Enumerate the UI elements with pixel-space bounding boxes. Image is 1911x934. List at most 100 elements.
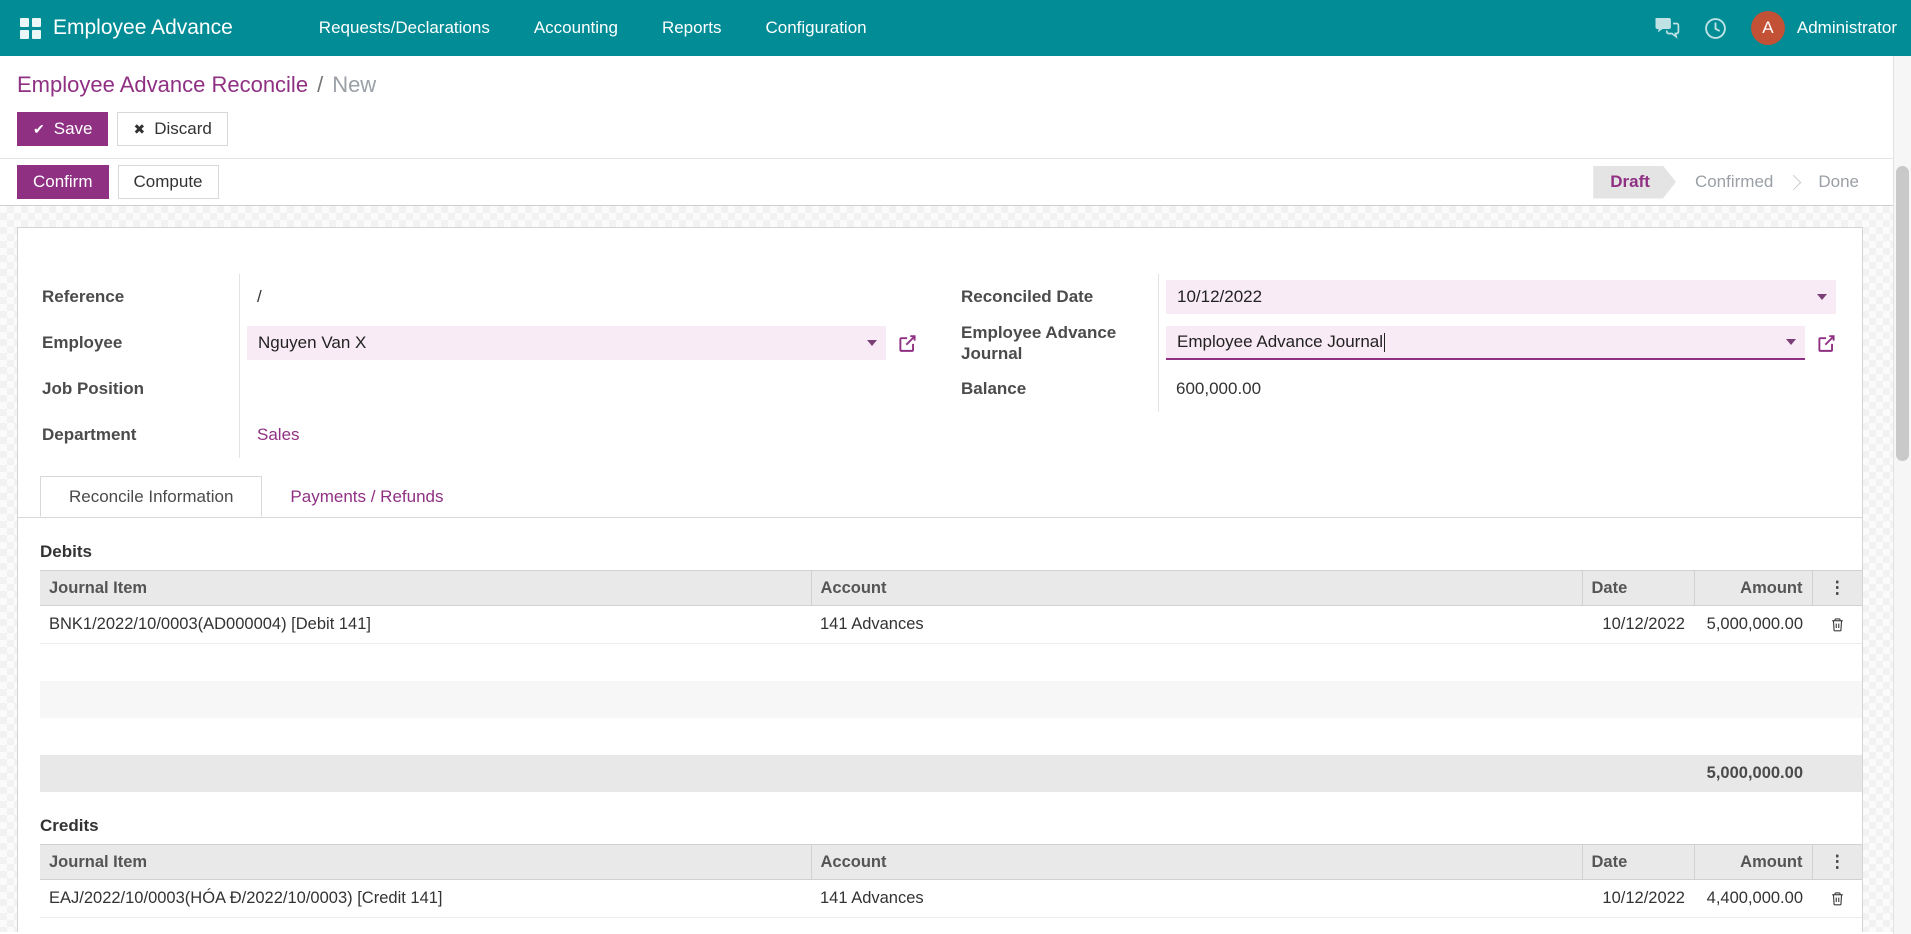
credits-table-row: EAJ/2022/10/0003(HÓA Đ/2022/10/0003) [Cr… xyxy=(40,879,1862,918)
field-row-reference: Reference / xyxy=(42,274,917,320)
department-value-link[interactable]: Sales xyxy=(247,425,300,445)
reference-label: Reference xyxy=(42,287,125,307)
statusbar-buttons: Confirm Compute xyxy=(17,165,219,199)
empty-row xyxy=(40,918,1862,932)
scrollbar-thumb[interactable] xyxy=(1896,166,1909,461)
topbar-right: A Administrator xyxy=(1654,11,1897,45)
credits-table: Journal Item Account Date Amount ⋮ EAJ/2… xyxy=(40,844,1862,918)
column-options[interactable]: ⋮ xyxy=(1811,844,1862,880)
field-row-reconciled-date: Reconciled Date 10/12/2022 xyxy=(961,274,1836,320)
menu-requests-declarations[interactable]: Requests/Declarations xyxy=(319,18,490,38)
status-steps: Draft Confirmed Done xyxy=(1593,166,1878,199)
column-account[interactable]: Account xyxy=(810,844,1582,880)
employee-field[interactable]: Nguyen Van X xyxy=(247,326,886,360)
department-label: Department xyxy=(42,425,137,445)
main-menu: Requests/Declarations Accounting Reports… xyxy=(319,18,867,38)
column-account[interactable]: Account xyxy=(810,570,1582,606)
control-panel: Employee Advance Reconcile / New ✔ Save ✖ … xyxy=(0,56,1911,158)
credit-journal-item-cell[interactable]: EAJ/2022/10/0003(HÓA Đ/2022/10/0003) [Cr… xyxy=(40,879,811,918)
apps-grid-square xyxy=(32,17,41,27)
reconciled-date-field[interactable]: 10/12/2022 xyxy=(1166,280,1836,314)
menu-configuration[interactable]: Configuration xyxy=(765,18,866,38)
balance-label: Balance xyxy=(961,379,1027,399)
check-icon: ✔ xyxy=(33,120,45,137)
debit-date-cell[interactable]: 10/12/2022 xyxy=(1582,605,1694,644)
debit-amount-cell[interactable]: 5,000,000.00 xyxy=(1694,605,1812,644)
journal-external-link-icon[interactable] xyxy=(1817,334,1836,353)
empty-row xyxy=(40,644,1862,681)
delete-row-trash-icon[interactable] xyxy=(1830,890,1845,907)
dropdown-caret-icon[interactable] xyxy=(1786,339,1796,345)
debits-total-row: 5,000,000.00 xyxy=(40,755,1862,792)
save-button-label: Save xyxy=(53,119,93,138)
compute-button[interactable]: Compute xyxy=(117,165,219,199)
field-row-balance: Balance 600,000.00 xyxy=(961,366,1836,412)
credits-section-title: Credits xyxy=(40,816,99,835)
credits-header-row: Journal Item Account Date Amount ⋮ xyxy=(40,844,1862,880)
breadcrumb-root-link[interactable]: Employee Advance Reconcile xyxy=(17,72,308,97)
record-action-buttons: ✔ Save ✖ Discard xyxy=(17,112,1894,146)
menu-accounting[interactable]: Accounting xyxy=(534,18,618,38)
notebook-tabs: Reconcile Information Payments / Refunds xyxy=(18,476,1862,518)
apps-grid-square xyxy=(20,17,29,27)
delete-row-trash-icon[interactable] xyxy=(1830,616,1845,633)
tab-payments-refunds[interactable]: Payments / Refunds xyxy=(262,476,471,517)
activities-clock-icon[interactable] xyxy=(1704,17,1727,40)
menu-reports[interactable]: Reports xyxy=(662,18,722,38)
status-step-draft[interactable]: Draft xyxy=(1593,166,1676,199)
job-position-label: Job Position xyxy=(42,379,144,399)
form-group-left: Reference / Employee Nguyen Van X Job Po… xyxy=(42,274,917,458)
debit-account-cell[interactable]: 141 Advances xyxy=(811,605,1582,644)
app-title[interactable]: Employee Advance xyxy=(53,16,233,40)
empty-row xyxy=(40,681,1862,718)
reconciled-date-value: 10/12/2022 xyxy=(1177,287,1263,306)
form-fields: Reference / Employee Nguyen Van X Job Po… xyxy=(18,274,1862,458)
kebab-menu-icon[interactable]: ⋮ xyxy=(1829,852,1846,871)
cross-icon: ✖ xyxy=(133,120,146,137)
content-area: Reference / Employee Nguyen Van X Job Po… xyxy=(0,206,1911,932)
messages-icon[interactable] xyxy=(1654,17,1680,40)
user-menu[interactable]: Administrator xyxy=(1797,18,1897,38)
status-step-done[interactable]: Done xyxy=(1799,166,1878,199)
vertical-scrollbar[interactable] xyxy=(1893,56,1911,934)
confirm-button[interactable]: Confirm xyxy=(17,165,109,199)
dropdown-caret-icon[interactable] xyxy=(867,340,877,346)
status-step-confirmed[interactable]: Confirmed xyxy=(1676,166,1792,199)
debits-section-title: Debits xyxy=(40,542,92,561)
credit-amount-cell[interactable]: 4,400,000.00 xyxy=(1694,879,1812,918)
user-avatar[interactable]: A xyxy=(1750,11,1785,45)
column-date[interactable]: Date xyxy=(1581,844,1694,880)
apps-grid-square xyxy=(32,29,41,39)
empty-row xyxy=(40,718,1862,755)
journal-field[interactable]: Employee Advance Journal xyxy=(1166,326,1805,360)
dropdown-caret-icon[interactable] xyxy=(1817,294,1827,300)
form-group-right: Reconciled Date 10/12/2022 Employee Adva… xyxy=(961,274,1836,458)
credit-date-cell[interactable]: 10/12/2022 xyxy=(1582,879,1694,918)
employee-external-link-icon[interactable] xyxy=(898,334,917,353)
breadcrumb-current: New xyxy=(332,72,377,97)
reconciled-date-label: Reconciled Date xyxy=(961,287,1094,307)
discard-button-label: Discard xyxy=(154,119,212,138)
credit-account-cell[interactable]: 141 Advances xyxy=(811,879,1582,918)
apps-menu-icon[interactable] xyxy=(20,17,41,39)
save-button[interactable]: ✔ Save xyxy=(17,112,109,146)
debit-row-actions xyxy=(1812,605,1862,644)
top-navbar: Employee Advance Requests/Declarations A… xyxy=(0,0,1911,56)
field-row-employee: Employee Nguyen Van X xyxy=(42,320,917,366)
field-row-department: Department Sales xyxy=(42,412,917,458)
kebab-menu-icon[interactable]: ⋮ xyxy=(1829,578,1846,597)
debits-header-row: Journal Item Account Date Amount ⋮ xyxy=(40,570,1862,606)
column-options[interactable]: ⋮ xyxy=(1811,570,1862,606)
tab-reconcile-information[interactable]: Reconcile Information xyxy=(40,476,263,517)
discard-button[interactable]: ✖ Discard xyxy=(117,112,228,146)
debit-journal-item-cell[interactable]: BNK1/2022/10/0003(AD000004) [Debit 141] xyxy=(40,605,811,644)
column-amount[interactable]: Amount xyxy=(1693,844,1812,880)
journal-label: Employee Advance Journal xyxy=(961,322,1117,363)
debits-table: Journal Item Account Date Amount ⋮ BNK1/… xyxy=(40,570,1862,644)
column-journal-item[interactable]: Journal Item xyxy=(40,570,811,606)
statusbar: Confirm Compute Draft Confirmed Done xyxy=(0,158,1911,206)
column-journal-item[interactable]: Journal Item xyxy=(40,844,811,880)
column-date[interactable]: Date xyxy=(1581,570,1694,606)
form-sheet: Reference / Employee Nguyen Van X Job Po… xyxy=(17,227,1863,932)
column-amount[interactable]: Amount xyxy=(1693,570,1812,606)
